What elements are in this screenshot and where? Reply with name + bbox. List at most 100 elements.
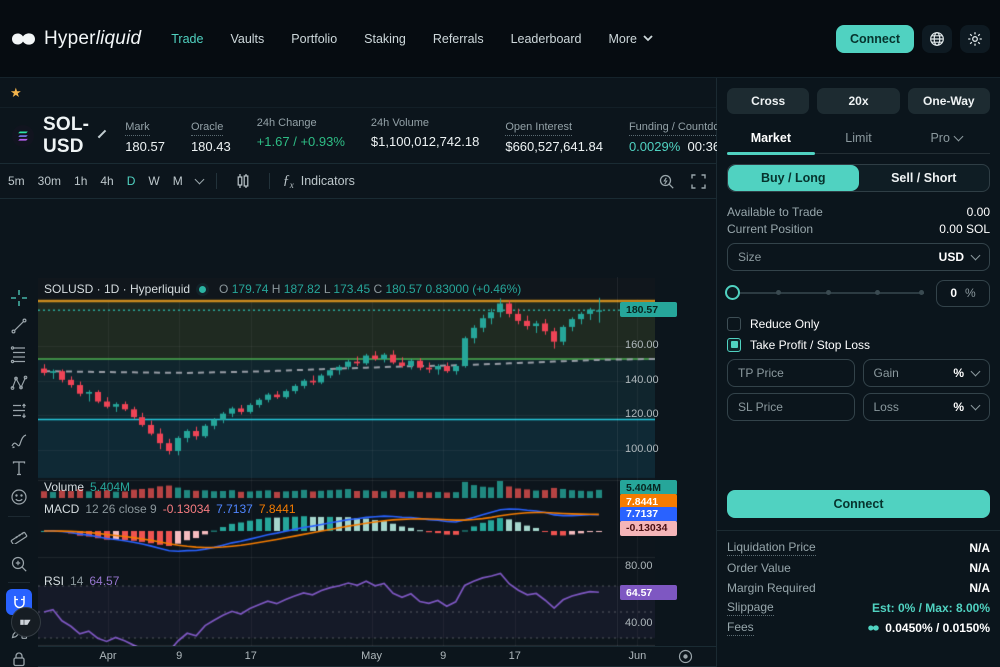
gear-icon bbox=[967, 31, 983, 47]
margin-mode-button[interactable]: Cross bbox=[727, 88, 809, 114]
indicators-button[interactable]: ƒx Indicators bbox=[283, 173, 355, 190]
size-unit[interactable]: USD bbox=[939, 250, 964, 264]
symbol-name: SOL-USD bbox=[43, 114, 89, 158]
go-to-realtime-icon[interactable] bbox=[678, 649, 693, 664]
nav-item-vaults[interactable]: Vaults bbox=[230, 32, 264, 46]
stat-24h-volume: 24h Volume $1,100,012,742.18 bbox=[371, 117, 479, 154]
top-nav: Hyperliquid Trade Vaults Portfolio Staki… bbox=[0, 0, 1000, 78]
last-price-badge: 180.57 bbox=[620, 302, 677, 317]
gain-input[interactable]: Gain % bbox=[863, 359, 991, 387]
data-source-dot-icon[interactable] bbox=[196, 283, 209, 296]
quick-search-icon[interactable] bbox=[658, 173, 675, 190]
sell-short-button[interactable]: Sell / Short bbox=[859, 165, 990, 191]
loss-input[interactable]: Loss % bbox=[863, 393, 991, 421]
interval-menu-chevron-icon[interactable] bbox=[194, 175, 204, 185]
ticker-stats: Mark 180.57 Oracle 180.43 24h Change +1.… bbox=[125, 117, 738, 154]
margin-required-row: Margin Required N/A bbox=[727, 578, 990, 598]
interval-1w[interactable]: W bbox=[148, 174, 159, 188]
volume-legend: Volume 5.404M bbox=[44, 480, 130, 494]
symbol-selector-chevron-icon[interactable] bbox=[98, 129, 106, 137]
nav-item-leaderboard[interactable]: Leaderboard bbox=[511, 32, 582, 46]
long-short-position-tool-icon[interactable] bbox=[6, 399, 32, 424]
crosshair-tool-icon[interactable] bbox=[6, 285, 32, 310]
buy-long-button[interactable]: Buy / Long bbox=[728, 165, 859, 191]
pattern-xabcd-tool-icon[interactable] bbox=[6, 370, 32, 395]
nav-actions: Connect bbox=[836, 25, 990, 53]
favorite-star-icon[interactable]: ★ bbox=[10, 85, 22, 101]
position-mode-button[interactable]: One-Way bbox=[908, 88, 990, 114]
reduce-only-checkbox[interactable] bbox=[727, 317, 741, 331]
leverage-button[interactable]: 20x bbox=[817, 88, 899, 114]
interval-4h[interactable]: 4h bbox=[100, 174, 113, 188]
time-tick-label: 17 bbox=[245, 650, 257, 662]
language-button[interactable] bbox=[922, 25, 952, 53]
zoom-in-tool-icon[interactable] bbox=[6, 551, 32, 576]
rsi-value-badge: 64.57 bbox=[620, 585, 677, 600]
tab-pro[interactable]: Pro bbox=[902, 126, 990, 153]
brush-tool-icon[interactable] bbox=[6, 427, 32, 452]
measure-tool-icon[interactable] bbox=[6, 522, 32, 547]
size-slider[interactable] bbox=[727, 292, 924, 294]
price-tick-label: 120.00 bbox=[625, 408, 659, 420]
rsi-legend: RSI 14 64.57 bbox=[44, 574, 119, 588]
text-tool-icon[interactable] bbox=[6, 456, 32, 481]
nav-item-trade[interactable]: Trade bbox=[171, 32, 203, 46]
order-panel: Cross 20x One-Way Market Limit Pro Buy /… bbox=[717, 78, 1000, 667]
macd-hist-badge: -0.13034 bbox=[620, 521, 677, 536]
price-axis[interactable]: 180.57 160.00140.00120.00100.00 5.404M 7… bbox=[617, 277, 679, 646]
slippage-row: Slippage Est: 0% / Max: 8.00% bbox=[727, 598, 990, 618]
panel-connect-button[interactable]: Connect bbox=[727, 490, 990, 518]
interval-1d[interactable]: D bbox=[127, 174, 136, 188]
side-toggle: Buy / Long Sell / Short bbox=[727, 164, 990, 192]
nav-item-referrals[interactable]: Referrals bbox=[433, 32, 484, 46]
macd-line-badge: 7.7137 bbox=[620, 507, 677, 522]
time-tick-label: May bbox=[361, 650, 382, 662]
stat-24h-change: 24h Change +1.67 / +0.93% bbox=[257, 117, 345, 154]
rsi-axis-80: 80.00 bbox=[625, 560, 653, 572]
tab-limit[interactable]: Limit bbox=[815, 126, 903, 153]
favorites-bar: ★ bbox=[0, 78, 716, 108]
chevron-down-icon bbox=[971, 367, 981, 377]
tab-market[interactable]: Market bbox=[727, 126, 815, 153]
nav-item-portfolio[interactable]: Portfolio bbox=[291, 32, 337, 46]
chevron-down-icon bbox=[643, 35, 653, 42]
tp-price-input[interactable]: TP Price bbox=[727, 359, 855, 387]
current-position-row: Current Position 0.00 SOL bbox=[727, 220, 990, 237]
tp-inputs-row: TP Price Gain % bbox=[727, 359, 990, 387]
order-value-row: Order Value N/A bbox=[727, 558, 990, 578]
chevron-down-icon bbox=[971, 251, 981, 261]
chart-area: SOLUSD · 1D · Hyperliquid O 179.74 H 187… bbox=[0, 277, 717, 646]
trendline-tool-icon[interactable] bbox=[6, 313, 32, 338]
slider-handle[interactable] bbox=[725, 285, 740, 300]
size-input[interactable]: Size USD bbox=[727, 243, 990, 271]
fullscreen-icon[interactable] bbox=[691, 174, 706, 189]
fib-retracement-tool-icon[interactable] bbox=[6, 342, 32, 367]
interval-5m[interactable]: 5m bbox=[8, 174, 25, 188]
price-chart-canvas[interactable] bbox=[38, 278, 655, 646]
globe-icon bbox=[929, 31, 945, 47]
nav-item-more[interactable]: More bbox=[608, 32, 652, 46]
interval-1h[interactable]: 1h bbox=[74, 174, 87, 188]
slider-percent-box[interactable]: 0 % bbox=[936, 280, 990, 307]
interval-1mo[interactable]: M bbox=[173, 174, 183, 188]
chevron-down-icon bbox=[953, 132, 963, 142]
stat-mark: Mark 180.57 bbox=[125, 117, 165, 154]
tpsl-row: Take Profit / Stop Loss bbox=[727, 336, 990, 353]
time-axis[interactable]: Apr917May917Jun bbox=[38, 646, 717, 666]
brand-logo[interactable]: Hyperliquid bbox=[10, 28, 141, 50]
liquidation-price-row: Liquidation Price N/A bbox=[727, 538, 990, 558]
emoji-tool-icon[interactable] bbox=[6, 484, 32, 509]
nav-item-staking[interactable]: Staking bbox=[364, 32, 406, 46]
interval-30m[interactable]: 30m bbox=[38, 174, 61, 188]
order-info-rows: Liquidation Price N/A Order Value N/A Ma… bbox=[727, 538, 990, 638]
tradingview-logo[interactable] bbox=[11, 607, 41, 637]
macd-legend: MACD 12 26 close 9 -0.13034 7.7137 7.844… bbox=[44, 502, 296, 516]
time-tick-label: 9 bbox=[176, 650, 182, 662]
time-tick-label: Jun bbox=[629, 650, 647, 662]
settings-button[interactable] bbox=[960, 25, 990, 53]
lock-drawings-icon[interactable] bbox=[6, 646, 32, 667]
connect-button[interactable]: Connect bbox=[836, 25, 914, 53]
tpsl-checkbox[interactable] bbox=[727, 338, 741, 352]
chart-style-candles-icon[interactable] bbox=[230, 168, 256, 194]
sl-price-input[interactable]: SL Price bbox=[727, 393, 855, 421]
